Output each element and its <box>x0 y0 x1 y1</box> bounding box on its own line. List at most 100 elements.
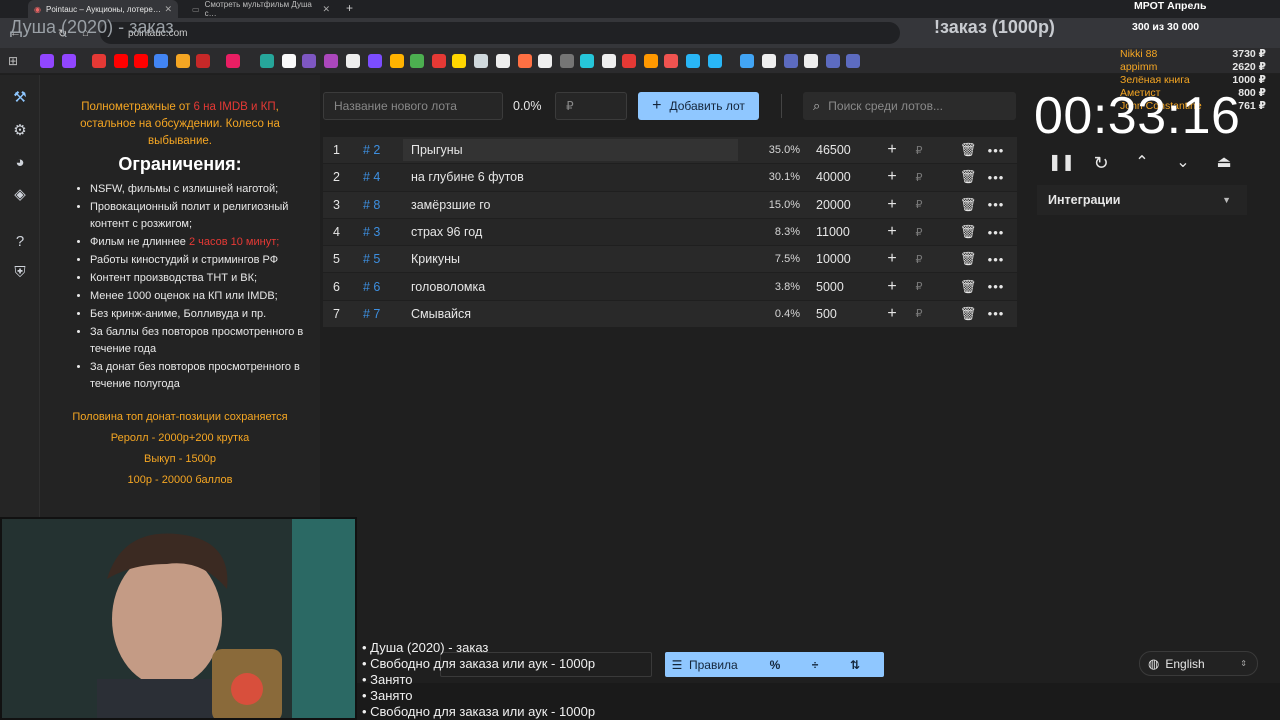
bookmark-icon[interactable] <box>196 54 210 68</box>
bookmark-icon[interactable] <box>560 54 574 68</box>
bookmark-icon[interactable] <box>602 54 616 68</box>
more-icon[interactable]: ••• <box>983 225 1009 240</box>
layers-icon[interactable]: ◈ <box>11 186 29 204</box>
bookmark-icon[interactable] <box>226 54 240 68</box>
delete-icon[interactable]: 🗑 <box>953 142 983 158</box>
lot-name-field[interactable]: Прыгуны <box>403 139 738 162</box>
new-tab-icon[interactable]: + <box>346 1 353 15</box>
bookmark-icon[interactable] <box>762 54 776 68</box>
bookmark-icon[interactable] <box>282 54 296 68</box>
bookmark-twitch-icon[interactable] <box>62 54 76 68</box>
bookmark-icon[interactable] <box>324 54 338 68</box>
lot-row[interactable]: 6 # 6 головоломка 3.8% 5000 + ₽ 🗑 ••• <box>323 273 1017 301</box>
bookmark-icon[interactable] <box>538 54 552 68</box>
lot-id-link[interactable]: # 6 <box>353 280 403 294</box>
sort-icon[interactable]: ⇅ <box>835 658 875 672</box>
lot-name-field[interactable]: Смывайся <box>403 303 738 325</box>
lot-row[interactable]: 7 # 7 Смывайся 0.4% 500 + ₽ 🗑 ••• <box>323 300 1017 329</box>
add-amount-icon[interactable]: + <box>877 278 907 296</box>
lot-amount-field[interactable]: 500 <box>800 307 870 321</box>
rules-button[interactable]: Правила <box>689 658 755 672</box>
lot-amount-field[interactable]: 10000 <box>800 252 870 266</box>
delete-icon[interactable]: 🗑 <box>953 224 983 240</box>
integrations-accordion[interactable]: Интеграции ▼ <box>1037 185 1247 215</box>
lot-id-link[interactable]: # 8 <box>353 198 403 212</box>
delete-icon[interactable]: 🗑 <box>953 169 983 185</box>
bookmark-mail-icon[interactable] <box>176 54 190 68</box>
lot-row[interactable]: 3 # 8 замёрзшие го 15.0% 20000 + ₽ 🗑 ••• <box>323 191 1017 219</box>
more-icon[interactable]: ••• <box>983 306 1009 321</box>
more-icon[interactable]: ••• <box>983 279 1009 294</box>
lot-amount-field[interactable]: 11000 <box>800 225 870 239</box>
delete-icon[interactable]: 🗑 <box>953 197 983 213</box>
more-icon[interactable]: ••• <box>983 170 1009 185</box>
lot-amount-field[interactable]: 40000 <box>800 170 870 184</box>
bookmark-icon[interactable] <box>346 54 360 68</box>
lot-amount-field[interactable]: 46500 <box>800 143 870 157</box>
bookmark-icon[interactable] <box>368 54 382 68</box>
tab-pointauc[interactable]: ◉ Pointauc – Аукционы, лотере… ✕ <box>28 0 178 18</box>
bookmark-icon[interactable] <box>664 54 678 68</box>
lot-id-link[interactable]: # 3 <box>353 225 403 239</box>
lot-row[interactable]: 1 # 2 Прыгуны 35.0% 46500 + ₽ 🗑 ••• <box>323 137 1017 165</box>
bookmark-icon[interactable] <box>580 54 594 68</box>
bookmark-icon[interactable] <box>740 54 754 68</box>
lot-id-link[interactable]: # 2 <box>353 143 403 157</box>
add-amount-icon[interactable]: + <box>877 141 907 159</box>
auction-hammer-icon[interactable]: ⚒ <box>11 89 29 107</box>
lot-name-field[interactable]: замёрзшие го <box>403 194 738 216</box>
lot-name-field[interactable]: страх 96 год <box>403 221 738 243</box>
more-icon[interactable]: ••• <box>983 197 1009 212</box>
bookmark-icon[interactable] <box>432 54 446 68</box>
bookmark-icon[interactable] <box>622 54 636 68</box>
delete-icon[interactable]: 🗑 <box>953 306 983 322</box>
add-amount-icon[interactable]: + <box>877 305 907 323</box>
more-icon[interactable]: ••• <box>983 143 1009 158</box>
lot-row[interactable]: 4 # 3 страх 96 год 8.3% 11000 + ₽ 🗑 ••• <box>323 218 1017 247</box>
new-lot-name-input[interactable]: Название нового лота <box>323 92 503 120</box>
bookmark-youtube-icon[interactable] <box>134 54 148 68</box>
shield-icon[interactable]: ⛨ <box>11 264 29 282</box>
chevron-up-icon[interactable]: ⌃ <box>1131 152 1153 174</box>
bookmark-icon[interactable] <box>826 54 840 68</box>
bookmark-icon[interactable] <box>390 54 404 68</box>
bookmark-icon[interactable] <box>154 54 168 68</box>
close-icon[interactable]: ✕ <box>164 4 172 15</box>
tab-movie[interactable]: ▭ Смотреть мультфильм Душа с… ✕ <box>186 0 336 18</box>
bookmark-icon[interactable] <box>474 54 488 68</box>
language-select[interactable]: ◍ English ⇕ <box>1139 651 1258 676</box>
bookmark-youtube-icon[interactable] <box>114 54 128 68</box>
help-icon[interactable]: ? <box>11 233 29 251</box>
bookmark-telegram-icon[interactable] <box>708 54 722 68</box>
eject-icon[interactable]: ⏏ <box>1213 152 1235 174</box>
lot-row[interactable]: 2 # 4 на глубине 6 футов 30.1% 40000 + ₽… <box>323 164 1017 192</box>
bookmark-icon[interactable] <box>260 54 274 68</box>
lot-id-link[interactable]: # 7 <box>353 307 403 321</box>
bookmark-icon[interactable] <box>804 54 818 68</box>
delete-icon[interactable]: 🗑 <box>953 279 983 295</box>
more-icon[interactable]: ••• <box>983 252 1009 267</box>
add-amount-icon[interactable]: + <box>877 250 907 268</box>
url-field[interactable] <box>100 22 900 44</box>
list-icon[interactable]: ☰ <box>665 658 689 672</box>
add-amount-icon[interactable]: + <box>877 196 907 214</box>
bookmark-icon[interactable] <box>644 54 658 68</box>
close-icon[interactable]: ✕ <box>322 4 330 15</box>
lot-row[interactable]: 5 # 5 Крикуны 7.5% 10000 + ₽ 🗑 ••• <box>323 246 1017 274</box>
chevron-down-icon[interactable]: ⌄ <box>1172 152 1194 174</box>
new-lot-amount-input[interactable]: ₽ <box>555 92 627 120</box>
lot-amount-field[interactable]: 20000 <box>800 198 870 212</box>
bookmark-icon[interactable] <box>92 54 106 68</box>
add-amount-icon[interactable]: + <box>877 223 907 241</box>
lot-amount-field[interactable]: 5000 <box>800 280 870 294</box>
lot-name-field[interactable]: Крикуны <box>403 248 738 270</box>
pause-icon[interactable]: ❚❚ <box>1048 152 1075 174</box>
lot-id-link[interactable]: # 4 <box>353 170 403 184</box>
bookmark-icon[interactable] <box>518 54 532 68</box>
wheel-chart-icon[interactable]: ◕ <box>11 154 29 172</box>
apps-grid-icon[interactable]: ⊞ <box>8 54 18 68</box>
bookmark-icon[interactable] <box>686 54 700 68</box>
bookmark-icon[interactable] <box>784 54 798 68</box>
lot-name-field[interactable]: головоломка <box>403 276 738 298</box>
bookmark-icon[interactable] <box>496 54 510 68</box>
